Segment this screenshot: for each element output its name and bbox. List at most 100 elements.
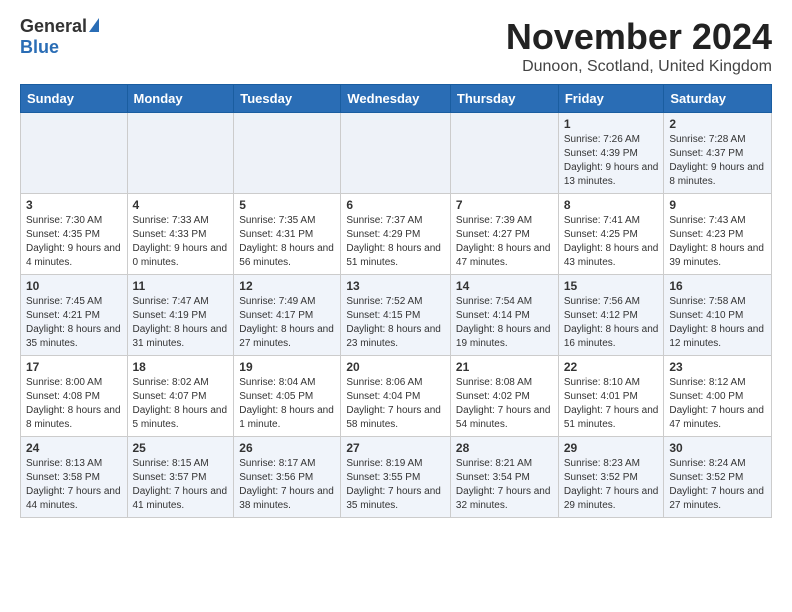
day-info: Sunrise: 7:45 AMSunset: 4:21 PMDaylight:…	[26, 295, 122, 351]
table-row: 4 Sunrise: 7:33 AMSunset: 4:33 PMDaylight…	[127, 194, 234, 275]
table-row: 15 Sunrise: 7:56 AMSunset: 4:12 PMDayligh…	[558, 275, 664, 356]
day-number: 24	[26, 441, 122, 455]
table-row: 1Sunrise: 7:26 AMSunset: 4:39 PMDaylight…	[558, 113, 664, 194]
day-number: 19	[239, 360, 335, 374]
day-number: 28	[456, 441, 553, 455]
day-number: 21	[456, 360, 553, 374]
day-info: Sunrise: 8:13 AMSunset: 3:58 PMDaylight:…	[26, 457, 122, 513]
table-row: 20 Sunrise: 8:06 AMSunset: 4:04 PMDayligh…	[341, 356, 451, 437]
day-info: Sunrise: 7:52 AMSunset: 4:15 PMDaylight:…	[346, 295, 445, 351]
table-row: 22 Sunrise: 8:10 AMSunset: 4:01 PMDayligh…	[558, 356, 664, 437]
day-info: Sunrise: 7:33 AMSunset: 4:33 PMDaylight:…	[133, 214, 229, 270]
col-wednesday: Wednesday	[341, 85, 451, 113]
col-sunday: Sunday	[21, 85, 128, 113]
logo: General Blue	[20, 16, 99, 58]
logo-triangle-icon	[89, 18, 99, 32]
day-number: 18	[133, 360, 229, 374]
table-row: 6 Sunrise: 7:37 AMSunset: 4:29 PMDaylight…	[341, 194, 451, 275]
day-info: Sunrise: 7:37 AMSunset: 4:29 PMDaylight:…	[346, 214, 445, 270]
day-number: 16	[669, 279, 766, 293]
day-info: Sunrise: 8:12 AMSunset: 4:00 PMDaylight:…	[669, 376, 766, 432]
day-info: Sunrise: 7:56 AMSunset: 4:12 PMDaylight:…	[564, 295, 659, 351]
table-row	[127, 113, 234, 194]
day-number: 22	[564, 360, 659, 374]
day-info: Sunrise: 8:23 AMSunset: 3:52 PMDaylight:…	[564, 457, 659, 513]
logo-blue-text: Blue	[20, 37, 59, 58]
day-number: 26	[239, 441, 335, 455]
calendar-week-row: 3Sunrise: 7:30 AMSunset: 4:35 PMDaylight…	[21, 194, 772, 275]
day-info: Sunrise: 8:24 AMSunset: 3:52 PMDaylight:…	[669, 457, 766, 513]
table-row: 13 Sunrise: 7:52 AMSunset: 4:15 PMDayligh…	[341, 275, 451, 356]
col-monday: Monday	[127, 85, 234, 113]
table-row: 10 Sunrise: 7:45 AMSunset: 4:21 PMDayligh…	[21, 275, 128, 356]
table-row: 30 Sunrise: 8:24 AMSunset: 3:52 PMDayligh…	[664, 437, 772, 518]
table-row: 25 Sunrise: 8:15 AMSunset: 3:57 PMDayligh…	[127, 437, 234, 518]
header: General Blue November 2024 Dunoon, Scotl…	[20, 16, 772, 76]
table-row: 16 Sunrise: 7:58 AMSunset: 4:10 PMDayligh…	[664, 275, 772, 356]
day-number: 13	[346, 279, 445, 293]
day-number: 6	[346, 198, 445, 212]
day-number: 8	[564, 198, 659, 212]
calendar-week-row: 1Sunrise: 7:26 AMSunset: 4:39 PMDaylight…	[21, 113, 772, 194]
table-row: 8 Sunrise: 7:41 AMSunset: 4:25 PMDaylight…	[558, 194, 664, 275]
table-row: 2Sunrise: 7:28 AMSunset: 4:37 PMDaylight…	[664, 113, 772, 194]
day-number: 23	[669, 360, 766, 374]
day-number: 1	[564, 117, 659, 131]
table-row	[21, 113, 128, 194]
day-info: Sunrise: 8:17 AMSunset: 3:56 PMDaylight:…	[239, 457, 335, 513]
table-row	[450, 113, 558, 194]
day-number: 14	[456, 279, 553, 293]
day-number: 12	[239, 279, 335, 293]
day-info: Sunrise: 7:39 AMSunset: 4:27 PMDaylight:…	[456, 214, 553, 270]
day-info: Sunrise: 8:15 AMSunset: 3:57 PMDaylight:…	[133, 457, 229, 513]
day-number: 4	[133, 198, 229, 212]
day-info: Sunrise: 8:21 AMSunset: 3:54 PMDaylight:…	[456, 457, 553, 513]
table-row: 21 Sunrise: 8:08 AMSunset: 4:02 PMDayligh…	[450, 356, 558, 437]
day-info: Sunrise: 8:10 AMSunset: 4:01 PMDaylight:…	[564, 376, 659, 432]
day-number: 3	[26, 198, 122, 212]
table-row	[234, 113, 341, 194]
day-info: Sunrise: 7:35 AMSunset: 4:31 PMDaylight:…	[239, 214, 335, 270]
table-row: 26 Sunrise: 8:17 AMSunset: 3:56 PMDayligh…	[234, 437, 341, 518]
day-number: 2	[669, 117, 766, 131]
col-friday: Friday	[558, 85, 664, 113]
page: General Blue November 2024 Dunoon, Scotl…	[0, 0, 792, 534]
day-number: 15	[564, 279, 659, 293]
day-number: 25	[133, 441, 229, 455]
calendar-header-row: Sunday Monday Tuesday Wednesday Thursday…	[21, 85, 772, 113]
day-info: Sunrise: 7:41 AMSunset: 4:25 PMDaylight:…	[564, 214, 659, 270]
day-info: Sunrise: 7:54 AMSunset: 4:14 PMDaylight:…	[456, 295, 553, 351]
day-info: Sunrise: 7:43 AMSunset: 4:23 PMDaylight:…	[669, 214, 766, 270]
table-row: 27Sunrise: 8:19 AMSunset: 3:55 PMDayligh…	[341, 437, 451, 518]
table-row: 29Sunrise: 8:23 AMSunset: 3:52 PMDayligh…	[558, 437, 664, 518]
calendar-week-row: 24 Sunrise: 8:13 AMSunset: 3:58 PMDayligh…	[21, 437, 772, 518]
logo-general-text: General	[20, 16, 87, 37]
table-row: 14 Sunrise: 7:54 AMSunset: 4:14 PMDayligh…	[450, 275, 558, 356]
table-row: 5Sunrise: 7:35 AMSunset: 4:31 PMDaylight…	[234, 194, 341, 275]
col-tuesday: Tuesday	[234, 85, 341, 113]
table-row: 7Sunrise: 7:39 AMSunset: 4:27 PMDaylight…	[450, 194, 558, 275]
col-thursday: Thursday	[450, 85, 558, 113]
day-info: Sunrise: 8:02 AMSunset: 4:07 PMDaylight:…	[133, 376, 229, 432]
table-row: 23 Sunrise: 8:12 AMSunset: 4:00 PMDayligh…	[664, 356, 772, 437]
day-number: 30	[669, 441, 766, 455]
table-row: 12 Sunrise: 7:49 AMSunset: 4:17 PMDayligh…	[234, 275, 341, 356]
calendar-table: Sunday Monday Tuesday Wednesday Thursday…	[20, 84, 772, 518]
table-row: 11Sunrise: 7:47 AMSunset: 4:19 PMDayligh…	[127, 275, 234, 356]
day-number: 20	[346, 360, 445, 374]
table-row: 17Sunrise: 8:00 AMSunset: 4:08 PMDayligh…	[21, 356, 128, 437]
day-info: Sunrise: 7:58 AMSunset: 4:10 PMDaylight:…	[669, 295, 766, 351]
day-info: Sunrise: 8:19 AMSunset: 3:55 PMDaylight:…	[346, 457, 445, 513]
day-info: Sunrise: 8:06 AMSunset: 4:04 PMDaylight:…	[346, 376, 445, 432]
day-number: 11	[133, 279, 229, 293]
title-block: November 2024 Dunoon, Scotland, United K…	[506, 16, 772, 76]
month-title: November 2024	[506, 16, 772, 58]
day-number: 10	[26, 279, 122, 293]
day-info: Sunrise: 7:49 AMSunset: 4:17 PMDaylight:…	[239, 295, 335, 351]
day-info: Sunrise: 8:04 AMSunset: 4:05 PMDaylight:…	[239, 376, 335, 432]
day-info: Sunrise: 8:00 AMSunset: 4:08 PMDaylight:…	[26, 376, 122, 432]
col-saturday: Saturday	[664, 85, 772, 113]
day-info: Sunrise: 8:08 AMSunset: 4:02 PMDaylight:…	[456, 376, 553, 432]
calendar-week-row: 17Sunrise: 8:00 AMSunset: 4:08 PMDayligh…	[21, 356, 772, 437]
calendar-week-row: 10 Sunrise: 7:45 AMSunset: 4:21 PMDayligh…	[21, 275, 772, 356]
